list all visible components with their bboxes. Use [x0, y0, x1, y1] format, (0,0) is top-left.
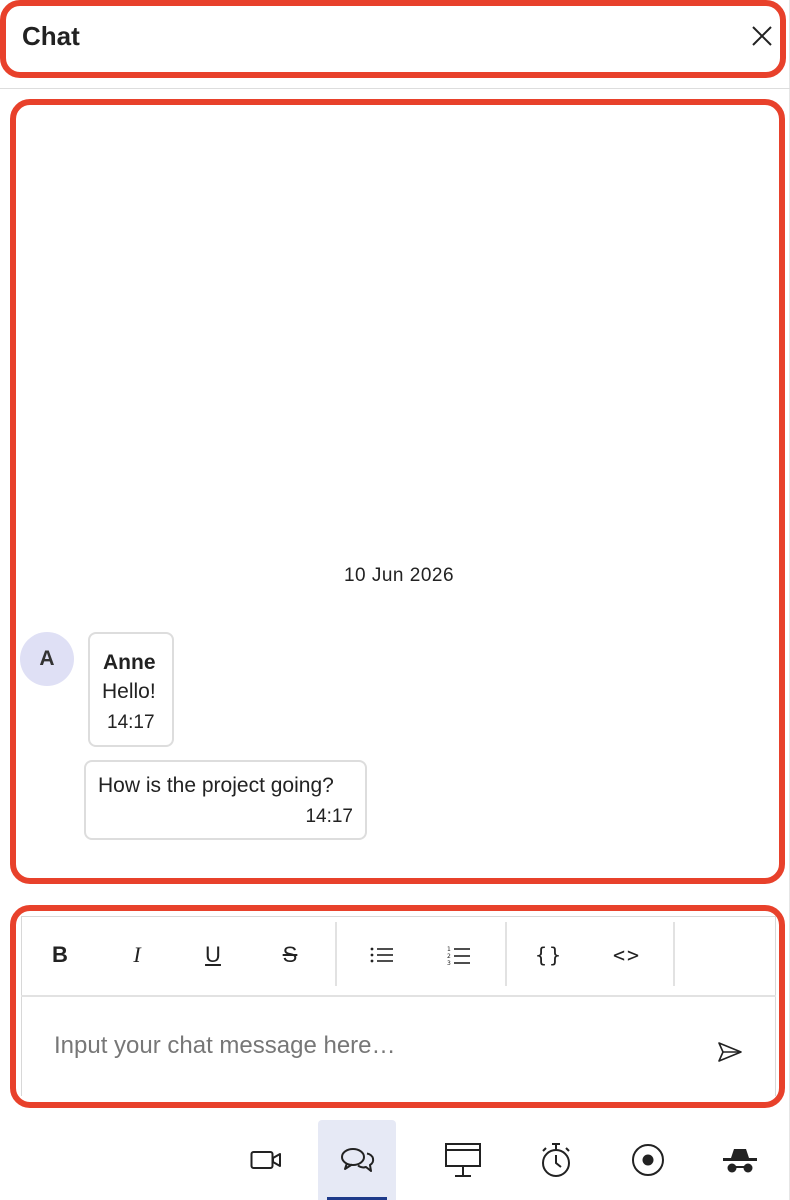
record-icon [632, 1144, 664, 1176]
chat-tab-button[interactable] [318, 1120, 396, 1200]
chat-icon [341, 1148, 375, 1172]
record-button[interactable] [609, 1120, 687, 1200]
presentation-button[interactable] [424, 1120, 502, 1200]
presentation-icon [445, 1143, 481, 1177]
timer-button[interactable] [517, 1120, 595, 1200]
timer-icon [542, 1143, 570, 1177]
incognito-icon [723, 1149, 757, 1173]
chat-panel: Chat 10 Jun 2026 A Anne Hello! 14:17 How… [0, 0, 790, 1200]
header-highlight [0, 0, 786, 78]
messages-highlight [10, 99, 785, 884]
composer-highlight [10, 905, 785, 1108]
header-divider [0, 88, 790, 89]
video-icon [250, 1151, 281, 1169]
video-button[interactable] [227, 1120, 305, 1200]
incognito-button[interactable] [701, 1120, 779, 1200]
